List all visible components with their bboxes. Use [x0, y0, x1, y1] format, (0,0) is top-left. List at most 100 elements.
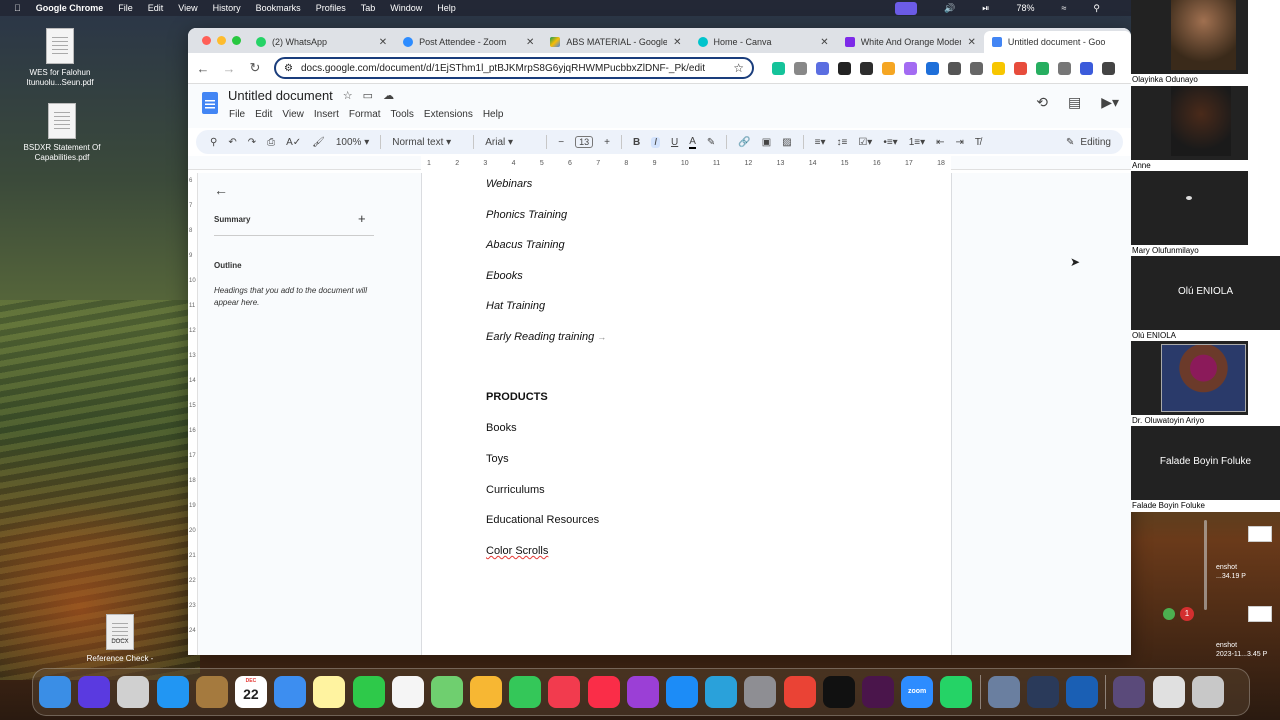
zoom-select[interactable]: 100% ▾: [336, 137, 369, 148]
dock-launchpad-icon[interactable]: [117, 676, 150, 708]
close-tab-icon[interactable]: ✕: [967, 37, 975, 48]
url-text[interactable]: docs.google.com/document/d/1EjSThm1l_ptB…: [301, 63, 725, 74]
docs-menu-tools[interactable]: Tools: [391, 109, 414, 120]
line-spacing-icon[interactable]: ↕≡: [837, 137, 848, 148]
dock-slack-icon[interactable]: [861, 676, 894, 708]
battery-percent[interactable]: 78%: [1016, 3, 1034, 13]
participant-tile[interactable]: Olú ENIOLA Olú ENIOLA: [1131, 256, 1280, 341]
document-page[interactable]: Webinars Phonics Training Abacus Trainin…: [421, 173, 952, 655]
product-line[interactable]: Educational Resources: [486, 514, 599, 526]
dock-apple-tv-icon[interactable]: [822, 676, 855, 708]
text-color-icon[interactable]: A: [689, 136, 696, 149]
docs-menu-view[interactable]: View: [282, 109, 304, 120]
docs-menu-insert[interactable]: Insert: [314, 109, 339, 120]
dock-brown-app-icon[interactable]: [195, 676, 228, 708]
increase-indent-icon[interactable]: ⇥: [956, 137, 964, 148]
add-comment-icon[interactable]: ▣: [762, 137, 771, 148]
notification-badge[interactable]: 1: [1180, 607, 1194, 621]
zoom-window-button[interactable]: [232, 36, 241, 45]
dock-downloads-stack-icon[interactable]: [1113, 676, 1146, 708]
close-window-button[interactable]: [202, 36, 211, 45]
dock-zoom-icon[interactable]: zoom: [901, 676, 934, 708]
service-line[interactable]: Phonics Training: [486, 209, 567, 221]
browser-extension-icon[interactable]: [860, 61, 873, 75]
italic-icon[interactable]: I: [651, 136, 660, 148]
participant-tile[interactable]: Mary Olufunmilayo: [1131, 171, 1248, 256]
style-select[interactable]: Normal text ▾: [392, 137, 462, 148]
play-icon[interactable]: ⏯: [982, 3, 989, 14]
browser-extension-icon[interactable]: [838, 61, 851, 75]
move-folder-icon[interactable]: ▭: [363, 89, 373, 102]
screenshot-label[interactable]: enshot ...34.19 P: [1216, 563, 1246, 581]
editing-mode-button[interactable]: ✎ Editing: [1066, 137, 1111, 148]
browser-extension-icon[interactable]: [816, 61, 829, 75]
increase-font-size-icon[interactable]: +: [604, 137, 610, 148]
browser-extension-icon[interactable]: [1014, 61, 1027, 75]
menu-view[interactable]: View: [178, 3, 197, 13]
menu-file[interactable]: File: [118, 3, 133, 13]
browser-extension-icon[interactable]: [992, 61, 1005, 75]
products-heading[interactable]: PRODUCTS: [486, 391, 548, 403]
paint-format-icon[interactable]: 🖌: [312, 137, 325, 148]
close-outline-icon[interactable]: ←: [214, 182, 228, 198]
menu-help[interactable]: Help: [437, 3, 456, 13]
service-line[interactable]: Hat Training: [486, 300, 545, 312]
google-docs-logo-icon[interactable]: [202, 92, 218, 114]
close-tab-icon[interactable]: ✕: [673, 37, 681, 48]
browser-extension-icon[interactable]: [772, 61, 785, 75]
highlight-icon[interactable]: ✎: [707, 137, 715, 148]
bookmark-star-icon[interactable]: ☆: [733, 61, 744, 75]
document-title[interactable]: Untitled document: [228, 88, 333, 103]
star-icon[interactable]: ☆: [343, 89, 353, 102]
reload-icon[interactable]: ↻: [248, 60, 262, 76]
browser-extension-icon[interactable]: [926, 61, 939, 75]
dock-documents-stack-icon[interactable]: [1152, 676, 1185, 708]
forward-icon[interactable]: →: [222, 61, 236, 76]
service-line[interactable]: Webinars: [486, 178, 532, 190]
browser-extension-icon[interactable]: [970, 61, 983, 75]
undo-icon[interactable]: ↶: [228, 137, 236, 148]
dock-messages-icon[interactable]: [509, 676, 542, 708]
vertical-ruler[interactable]: 6 7 8 9 10 11 12 13 14 15 16 17 18 19 20 21 22 23 24: [188, 173, 198, 655]
volume-icon[interactable]: 🔊: [944, 3, 955, 14]
dock-notes-icon[interactable]: [313, 676, 346, 708]
underline-icon[interactable]: U: [671, 137, 678, 148]
docs-menu-edit[interactable]: Edit: [255, 109, 272, 120]
dock-calendar-icon[interactable]: DEC 22: [234, 676, 267, 708]
browser-extension-icon[interactable]: [1080, 61, 1093, 75]
dock-siri-icon[interactable]: [78, 676, 111, 708]
font-size-input[interactable]: 13: [575, 136, 594, 148]
clear-formatting-icon[interactable]: T̸: [975, 137, 981, 148]
service-line[interactable]: Abacus Training: [486, 239, 565, 251]
menu-bookmarks[interactable]: Bookmarks: [256, 3, 301, 13]
site-settings-icon[interactable]: ⚙: [284, 63, 293, 74]
participant-tile[interactable]: Anne: [1131, 86, 1248, 171]
docs-menu-file[interactable]: File: [229, 109, 245, 120]
service-line-last[interactable]: Early Reading training →: [486, 331, 606, 343]
ruler-scale[interactable]: 1 2 3 4 5 6 7 8 9 10 11 12 13 14 15 16 17 18: [421, 156, 951, 170]
product-line[interactable]: Curriculums: [486, 484, 545, 496]
screenshot-thumbnail[interactable]: [1248, 526, 1272, 542]
spellcheck-icon[interactable]: A✓: [286, 137, 301, 148]
comments-icon[interactable]: ▤: [1068, 94, 1081, 111]
insert-image-icon[interactable]: ▨: [782, 137, 791, 148]
browser-extension-icon[interactable]: [948, 61, 961, 75]
redo-icon[interactable]: ↷: [248, 137, 256, 148]
minimize-window-button[interactable]: [217, 36, 226, 45]
dock-chrome-icon[interactable]: [783, 676, 816, 708]
dock-music-icon[interactable]: [587, 676, 620, 708]
dock-telegram-icon[interactable]: [705, 676, 738, 708]
browser-extension-icon[interactable]: [1058, 61, 1071, 75]
screenshot-label[interactable]: enshot 2023-11...3.45 P: [1216, 641, 1267, 659]
docs-menu-format[interactable]: Format: [349, 109, 381, 120]
numbered-list-icon[interactable]: 1≡▾: [909, 137, 925, 148]
apple-icon[interactable]: : [14, 3, 21, 13]
close-tab-icon[interactable]: ✕: [526, 37, 534, 48]
version-history-icon[interactable]: ⟲: [1036, 94, 1048, 111]
scrollbar[interactable]: [1204, 520, 1207, 610]
meet-icon[interactable]: ▶▾: [1101, 94, 1119, 111]
close-tab-icon[interactable]: ✕: [820, 37, 828, 48]
product-line[interactable]: Books: [486, 422, 517, 434]
print-icon[interactable]: ⎙: [267, 137, 275, 148]
dock-podcasts-icon[interactable]: [626, 676, 659, 708]
